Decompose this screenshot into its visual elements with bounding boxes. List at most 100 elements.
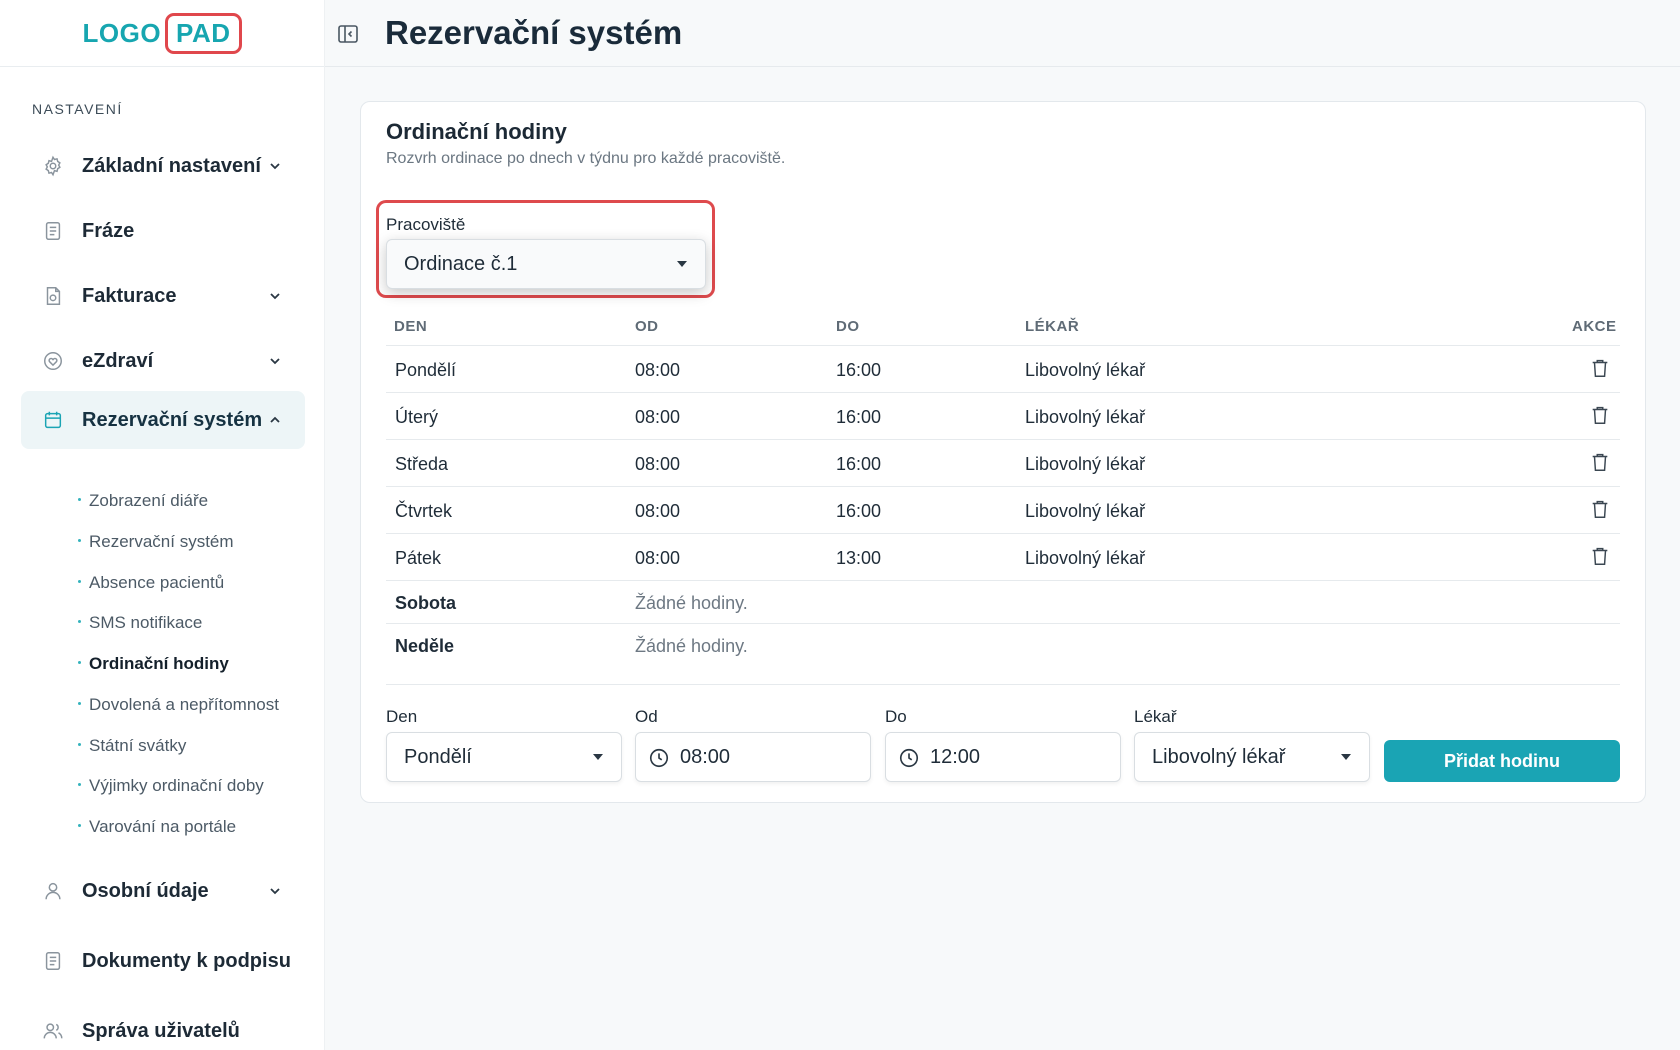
- cell-from: 08:00: [635, 548, 681, 568]
- subitem-office-hours[interactable]: Ordinační hodiny: [78, 654, 229, 674]
- sidebar-item-label: Osobní údaje: [82, 879, 209, 902]
- trash-icon[interactable]: [1589, 545, 1611, 567]
- subitem-public-holidays[interactable]: Státní svátky: [78, 736, 186, 756]
- cell-day: Středa: [395, 454, 449, 474]
- to-time-input[interactable]: 12:00: [885, 732, 1121, 782]
- logo-area: LOGO PAD: [0, 0, 324, 67]
- table-row: Neděle Žádné hodiny.: [386, 623, 1620, 666]
- cell-day: Pátek: [395, 548, 442, 568]
- table-divider: [386, 684, 1620, 685]
- cell-to: 16:00: [836, 454, 882, 474]
- subitem-vacation[interactable]: Dovolená a nepřítomnost: [78, 695, 279, 715]
- cell-day: Úterý: [395, 407, 439, 427]
- subitem-label: Rezervační systém: [89, 532, 234, 551]
- sidebar-item-personal-data[interactable]: Osobní údaje: [21, 862, 305, 920]
- subitem-sms-notifications[interactable]: SMS notifikace: [78, 613, 202, 633]
- document-icon: [41, 949, 65, 973]
- heart-icon: [41, 349, 65, 373]
- sidebar-item-reservation-system[interactable]: Rezervační systém: [21, 391, 305, 449]
- trash-icon[interactable]: [1589, 404, 1611, 426]
- cell-from: 08:00: [635, 501, 681, 521]
- workplace-select[interactable]: Ordinace č.1: [386, 239, 706, 289]
- doctor-select[interactable]: Libovolný lékař: [1134, 732, 1370, 782]
- users-icon: [41, 1019, 65, 1043]
- sidebar-item-label: Fráze: [82, 219, 135, 242]
- add-hour-button[interactable]: Přidat hodinu: [1384, 740, 1620, 782]
- cell-day: Sobota: [395, 593, 456, 613]
- gear-icon: [41, 154, 65, 178]
- trash-icon[interactable]: [1589, 357, 1611, 379]
- clock-icon: [898, 747, 920, 769]
- day-select[interactable]: Pondělí: [386, 732, 622, 782]
- cell-to: 13:00: [836, 548, 882, 568]
- table-row: Pátek 08:00 13:00 Libovolný lékař: [386, 533, 1620, 580]
- table-row: Pondělí 08:00 16:00 Libovolný lékař: [386, 345, 1620, 392]
- cell-from: 08:00: [635, 407, 681, 427]
- sidebar-item-phrases[interactable]: Fráze: [21, 202, 305, 260]
- logo-text-pad: PAD: [165, 12, 242, 54]
- doctor-field-label: Lékař: [1134, 707, 1177, 726]
- chevron-down-icon: [268, 884, 282, 898]
- caret-down-icon: [1341, 754, 1351, 760]
- subitem-hours-exceptions[interactable]: Výjimky ordinační doby: [78, 776, 264, 796]
- page-header: Rezervační systém: [325, 0, 1680, 67]
- trash-icon[interactable]: [1589, 451, 1611, 473]
- sidebar-collapse-icon[interactable]: [336, 22, 360, 46]
- subitem-diary-view[interactable]: Zobrazení diáře: [78, 491, 208, 511]
- cell-to: 16:00: [836, 407, 882, 427]
- cell-from: 08:00: [635, 360, 681, 380]
- page-title: Rezervační systém: [385, 14, 683, 51]
- chevron-down-icon: [268, 159, 282, 173]
- table-row: Sobota Žádné hodiny.: [386, 580, 1620, 623]
- logo[interactable]: LOGO PAD: [82, 12, 242, 54]
- invoice-icon: [41, 284, 65, 308]
- sidebar-item-basic-settings[interactable]: Základní nastavení: [21, 137, 305, 195]
- to-time-value: 12:00: [930, 746, 981, 768]
- subitem-label: Ordinační hodiny: [89, 654, 229, 673]
- sidebar-item-label: eZdraví: [82, 349, 154, 372]
- to-field-label: Do: [885, 707, 907, 726]
- cell-doctor: Libovolný lékař: [1025, 454, 1146, 474]
- from-time-input[interactable]: 08:00: [635, 732, 871, 782]
- day-field-label: Den: [386, 707, 418, 726]
- column-header-to: DO: [836, 318, 860, 335]
- subitem-label: Státní svátky: [89, 736, 187, 755]
- cell-day: Čtvrtek: [395, 501, 453, 521]
- column-header-from: OD: [635, 318, 659, 335]
- cell-no-hours: Žádné hodiny.: [635, 636, 748, 656]
- column-header-day: DEN: [394, 318, 428, 335]
- chevron-down-icon: [268, 354, 282, 368]
- user-icon: [41, 879, 65, 903]
- subitem-portal-warnings[interactable]: Varování na portále: [78, 817, 236, 837]
- subitem-label: SMS notifikace: [89, 613, 203, 632]
- sidebar-item-documents-to-sign[interactable]: Dokumenty k podpisu: [21, 932, 305, 990]
- from-field-label: Od: [635, 707, 658, 726]
- subitem-label: Varování na portále: [89, 817, 237, 836]
- trash-icon[interactable]: [1589, 498, 1611, 520]
- sidebar-item-label: Rezervační systém: [82, 408, 263, 431]
- sidebar-item-invoicing[interactable]: Fakturace: [21, 267, 305, 325]
- cell-no-hours: Žádné hodiny.: [635, 593, 748, 613]
- cell-doctor: Libovolný lékař: [1025, 407, 1146, 427]
- sidebar-item-user-management[interactable]: Správa uživatelů: [21, 1002, 305, 1050]
- sidebar-item-label: Fakturace: [82, 284, 177, 307]
- cell-doctor: Libovolný lékař: [1025, 548, 1146, 568]
- workplace-select-value: Ordinace č.1: [404, 253, 518, 275]
- sidebar-item-label: Správa uživatelů: [82, 1019, 240, 1042]
- table-row: Čtvrtek 08:00 16:00 Libovolný lékař: [386, 486, 1620, 533]
- cell-doctor: Libovolný lékař: [1025, 360, 1146, 380]
- workplace-label: Pracoviště: [386, 215, 466, 234]
- caret-down-icon: [677, 261, 687, 267]
- clock-icon: [648, 747, 670, 769]
- card-subtitle: Rozvrh ordinace po dnech v týdnu pro kaž…: [386, 150, 786, 167]
- column-header-doctor: LÉKAŘ: [1025, 318, 1080, 335]
- subitem-patient-absence[interactable]: Absence pacientů: [78, 573, 224, 593]
- cell-from: 08:00: [635, 454, 681, 474]
- cell-to: 16:00: [836, 360, 882, 380]
- subitem-label: Výjimky ordinační doby: [89, 776, 264, 795]
- cell-day: Pondělí: [395, 360, 457, 380]
- subitem-reservation-system[interactable]: Rezervační systém: [78, 532, 234, 552]
- document-icon: [41, 219, 65, 243]
- sidebar-item-ezdravi[interactable]: eZdraví: [21, 332, 305, 390]
- subitem-label: Zobrazení diáře: [89, 491, 209, 510]
